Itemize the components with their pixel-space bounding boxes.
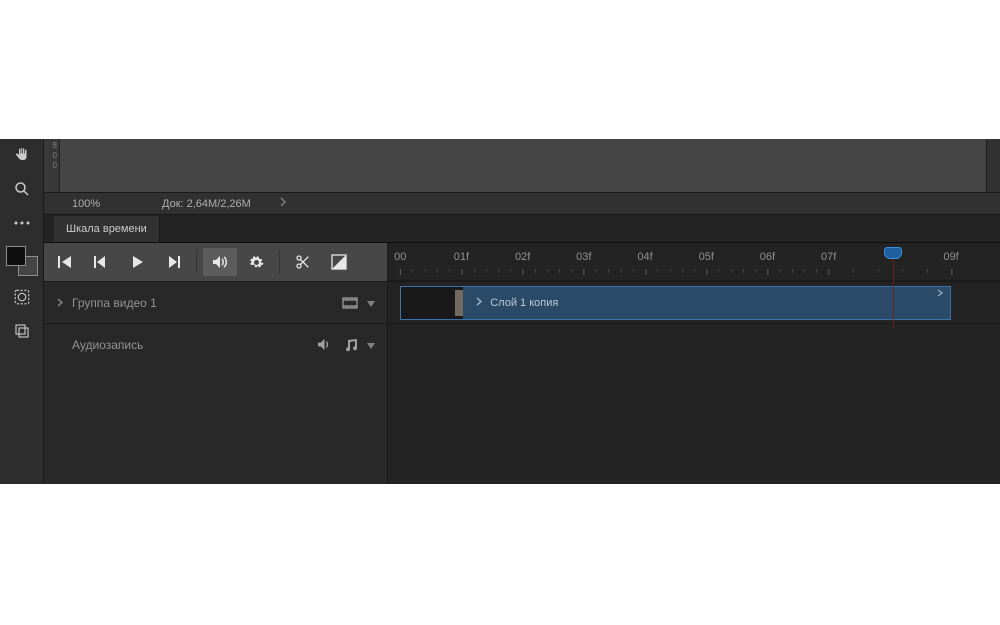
music-note-icon[interactable]	[341, 338, 359, 352]
vertical-scrollbar[interactable]	[986, 139, 1000, 193]
hand-icon	[13, 146, 31, 164]
doc-size[interactable]: Док: 2,64M/2,26M	[152, 198, 251, 210]
next-frame-icon	[166, 255, 180, 269]
ruler-tick: 01f	[454, 251, 469, 263]
ruler-tick: 00	[394, 251, 406, 263]
scissors-icon	[295, 254, 311, 270]
foreground-swatch[interactable]	[7, 247, 25, 265]
ruler-tick: 04f	[637, 251, 652, 263]
quick-mask-tool[interactable]	[9, 285, 35, 309]
hand-tool[interactable]	[9, 143, 35, 167]
dropdown-chevron-icon[interactable]	[367, 338, 377, 352]
canvas[interactable]: 8 0 0	[44, 139, 986, 193]
transition-button[interactable]	[322, 248, 356, 276]
first-frame-button[interactable]	[48, 248, 82, 276]
ruler-tick: 09f	[943, 251, 958, 263]
zoom-tool[interactable]	[9, 177, 35, 201]
playhead[interactable]	[884, 247, 902, 261]
tool-strip	[0, 139, 44, 484]
expand-chevron-icon[interactable]	[54, 296, 64, 310]
clip-thumbnail	[401, 287, 463, 319]
audio-icon[interactable]	[315, 338, 333, 351]
audio-icon	[212, 255, 228, 269]
artboard-icon	[13, 322, 31, 340]
panel-tabs: Шкала времени	[44, 215, 1000, 243]
audio-track-area[interactable]	[388, 323, 1000, 365]
play-icon	[130, 255, 144, 269]
playhead-cap-icon	[884, 247, 902, 259]
zoom-level[interactable]: 100%	[44, 198, 152, 210]
clip-expand-icon[interactable]	[463, 297, 490, 309]
ruler-tick: 02f	[515, 251, 530, 263]
settings-button[interactable]	[239, 248, 273, 276]
layer-name: Аудиозапись	[72, 338, 307, 352]
prev-frame-icon	[94, 255, 108, 269]
video-group-row[interactable]: Группа видео 1	[44, 281, 387, 323]
ruler-tick: 06f	[760, 251, 775, 263]
video-clip[interactable]: Слой 1 копия	[400, 286, 951, 320]
next-frame-button[interactable]	[156, 248, 190, 276]
ruler-tick: 03f	[576, 251, 591, 263]
prev-frame-button[interactable]	[84, 248, 118, 276]
layer-name: Группа видео 1	[72, 296, 333, 310]
audio-toggle-button[interactable]	[203, 248, 237, 276]
timeline-panel: Группа видео 1 Аудиозапись	[44, 243, 1000, 484]
color-swatches[interactable]	[7, 247, 37, 275]
mask-icon	[13, 288, 31, 306]
dropdown-chevron-icon[interactable]	[367, 296, 377, 310]
ruler-tick: 07f	[821, 251, 836, 263]
filmstrip-icon[interactable]	[341, 297, 359, 309]
screen-mode-tool[interactable]	[9, 319, 35, 343]
vertical-ruler: 8 0 0	[44, 139, 60, 192]
transition-icon	[331, 254, 347, 270]
ruler-label: 0	[44, 151, 57, 161]
clip-label: Слой 1 копия	[490, 297, 558, 309]
video-track[interactable]: Слой 1 копия	[388, 281, 1000, 323]
gear-icon	[249, 255, 264, 270]
app-window: 8 0 0 100% Док: 2,64M/2,26M Шкала времен…	[0, 139, 1000, 484]
ruler-label: 0	[44, 161, 57, 171]
playhead-line	[893, 259, 894, 329]
audio-track-row[interactable]: Аудиозапись	[44, 323, 387, 365]
document-area: 8 0 0	[44, 139, 1000, 193]
split-button[interactable]	[286, 248, 320, 276]
time-ruler[interactable]: 00 01f 02f 03f 04f 05f 06f 07f 09f	[388, 243, 1000, 281]
tab-timeline[interactable]: Шкала времени	[54, 216, 160, 242]
separator	[196, 250, 197, 274]
transport-bar	[44, 243, 387, 281]
status-bar: 100% Док: 2,64M/2,26M	[44, 193, 1000, 215]
first-frame-icon	[57, 255, 73, 269]
timeline-right-pane: 00 01f 02f 03f 04f 05f 06f 07f 09f Слой 1 копия	[388, 243, 1000, 484]
timeline-left-pane: Группа видео 1 Аудиозапись	[44, 243, 388, 484]
play-button[interactable]	[120, 248, 154, 276]
status-chevron-icon[interactable]	[251, 197, 287, 210]
clip-end-icon[interactable]	[936, 289, 946, 299]
ruler-label: 8	[44, 141, 57, 151]
separator	[279, 250, 280, 274]
zoom-icon	[13, 180, 31, 198]
more-icon	[13, 220, 31, 226]
main-area: 8 0 0 100% Док: 2,64M/2,26M Шкала времен…	[44, 139, 1000, 484]
more-tools[interactable]	[9, 211, 35, 235]
ruler-tick: 05f	[699, 251, 714, 263]
